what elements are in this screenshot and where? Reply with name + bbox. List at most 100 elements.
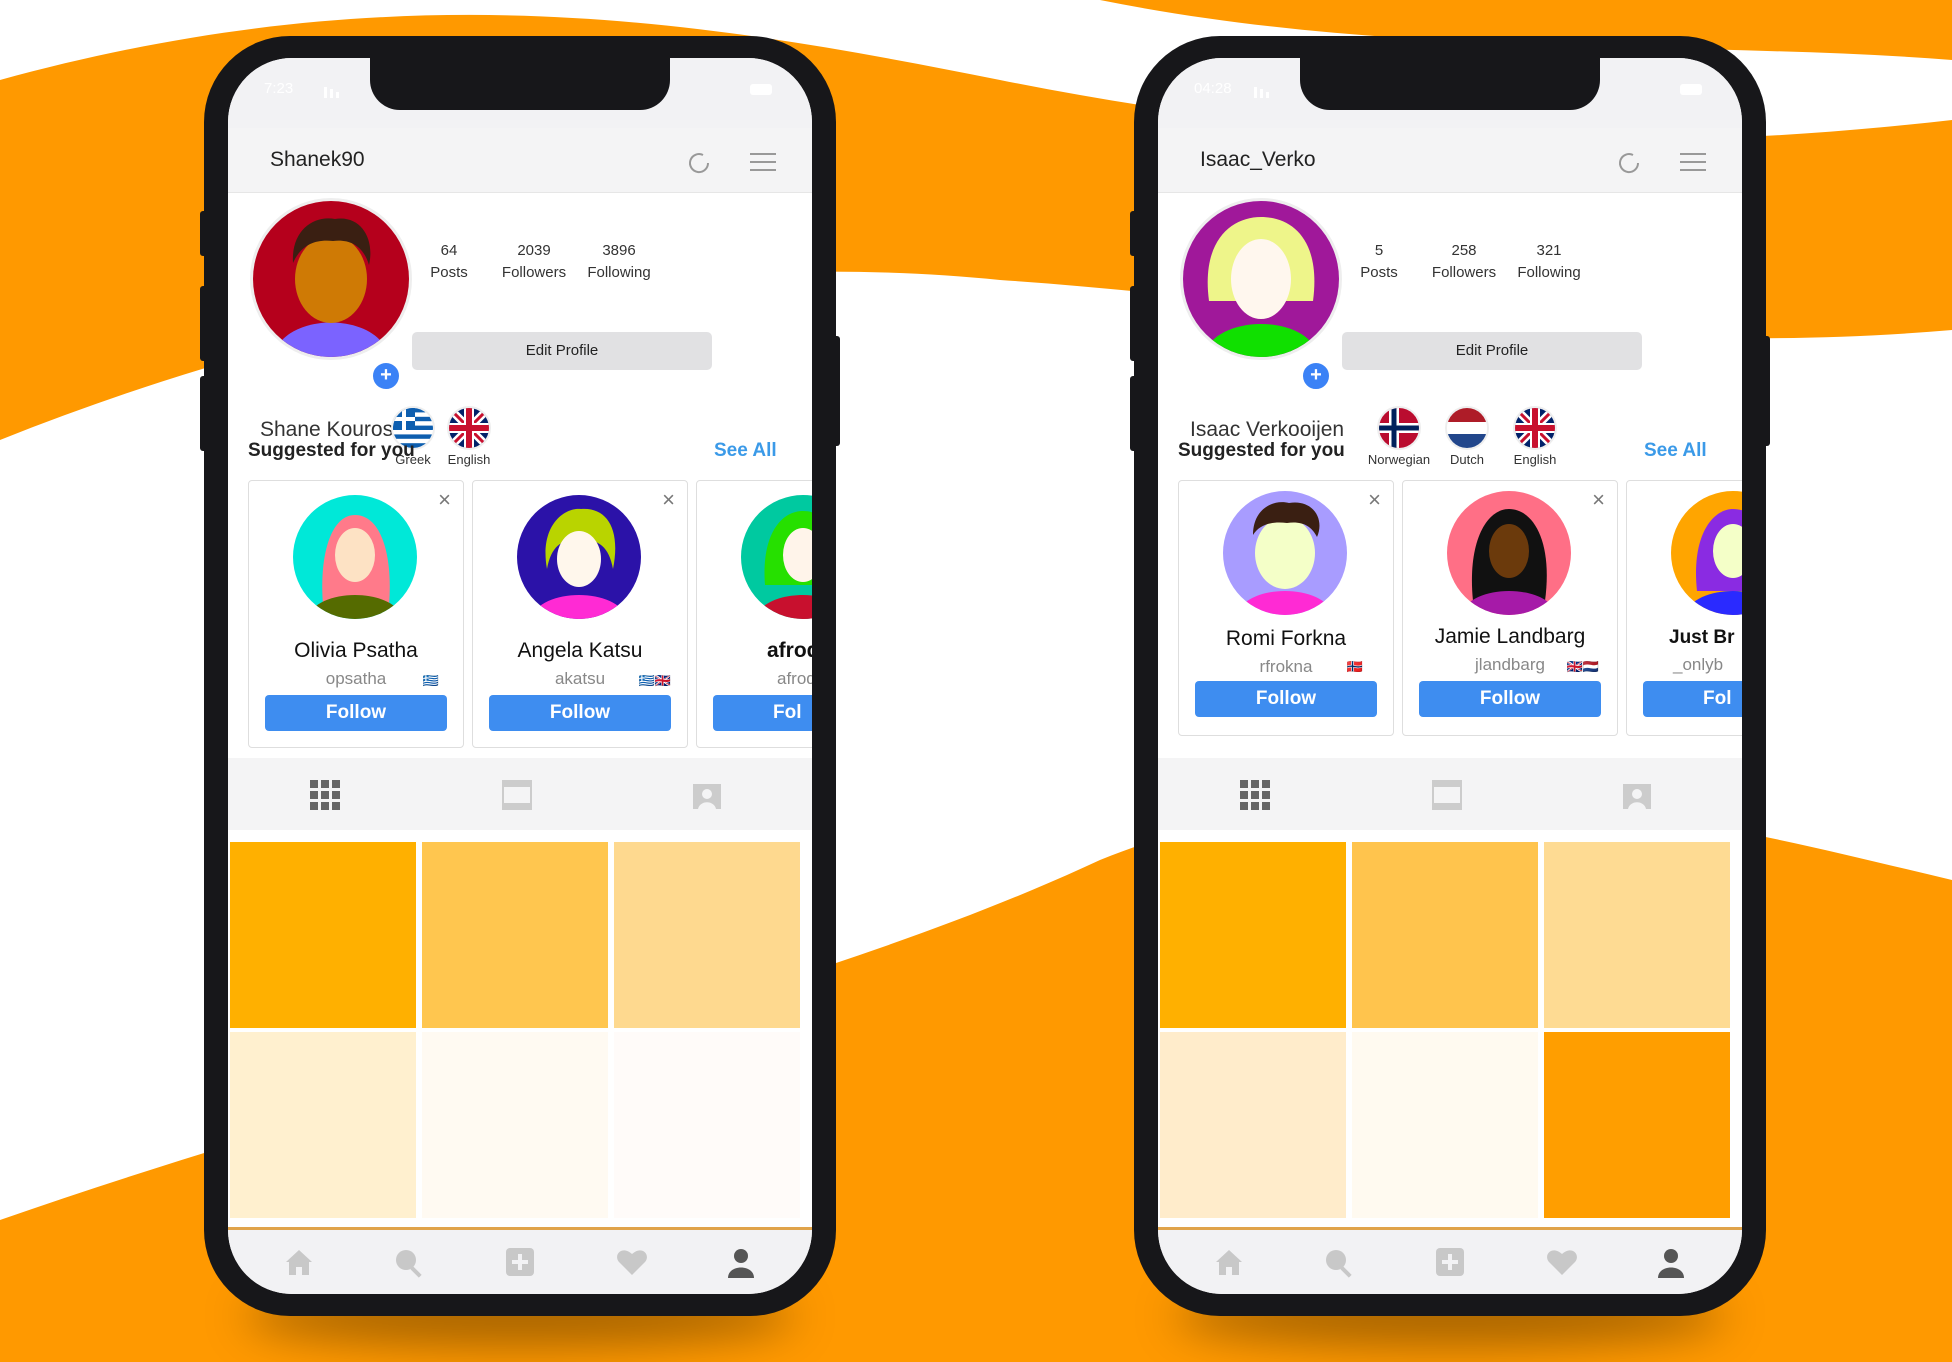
tagged-icon[interactable] (1622, 780, 1652, 810)
stat-value: 321 (1536, 242, 1562, 259)
profile-icon[interactable] (1658, 1248, 1684, 1278)
language-english[interactable]: English (424, 406, 514, 467)
menu-icon[interactable] (750, 152, 776, 172)
follow-button[interactable]: Follow (489, 695, 671, 731)
post-thumbnail[interactable] (1544, 842, 1730, 1028)
post-thumbnail[interactable] (1160, 1032, 1346, 1218)
edit-profile-button[interactable]: Edit Profile (1342, 332, 1642, 370)
suggestion-avatar[interactable] (1223, 491, 1347, 615)
stat-following[interactable]: 321 Following (1504, 240, 1594, 284)
tagged-icon[interactable] (692, 780, 722, 810)
status-time: 04:28 (1194, 80, 1232, 97)
stat-posts[interactable]: 5 Posts (1334, 240, 1424, 284)
suggestion-name[interactable]: Just Br (1669, 627, 1734, 649)
suggestion-name[interactable]: Olivia Psatha (249, 639, 463, 663)
see-all-link[interactable]: See All (714, 440, 777, 462)
suggestion-avatar[interactable] (293, 495, 417, 619)
follow-button[interactable]: Follow (1419, 681, 1601, 717)
edit-profile-button[interactable]: Edit Profile (412, 332, 712, 370)
profile-full-name: Isaac Verkooijen (1190, 418, 1345, 441)
profile-tabs (228, 758, 812, 830)
stat-label: Followers (501, 264, 567, 281)
close-icon[interactable]: × (438, 487, 451, 513)
refresh-icon[interactable] (686, 150, 712, 176)
signal-icon (324, 87, 339, 98)
post-thumbnail[interactable] (422, 1032, 608, 1218)
suggestion-card: × Angela Katsu akatsu 🇬🇷🇬🇧 Follow (472, 480, 688, 748)
follow-button[interactable]: Fol (713, 695, 812, 731)
home-icon[interactable] (1214, 1248, 1244, 1276)
stat-posts[interactable]: 64 Posts (404, 240, 494, 284)
mini-flags: 🇬🇷🇬🇧 (638, 673, 671, 688)
profile-header: Shanek90 (228, 128, 812, 193)
post-thumbnail[interactable] (1352, 1032, 1538, 1218)
close-icon[interactable]: × (1592, 487, 1605, 513)
stat-followers[interactable]: 258 Followers (1419, 240, 1509, 284)
profile-avatar[interactable] (250, 198, 412, 360)
suggestion-avatar[interactable] (1671, 491, 1742, 615)
add-post-icon[interactable] (1436, 1248, 1464, 1276)
language-english[interactable]: English (1490, 406, 1580, 467)
suggested-title: Suggested for you (248, 440, 415, 461)
suggestion-name[interactable]: Angela Katsu (473, 639, 687, 663)
home-icon[interactable] (284, 1248, 314, 1276)
grid-view-icon[interactable] (310, 780, 340, 810)
profile-username: Isaac_Verko (1200, 148, 1316, 171)
add-story-button[interactable]: + (1300, 360, 1332, 392)
battery-icon (750, 84, 772, 95)
follow-button[interactable]: Fol (1643, 681, 1742, 717)
search-icon[interactable] (394, 1248, 424, 1278)
uk-flag-icon (447, 406, 491, 450)
suggested-title: Suggested for you (1178, 440, 1345, 461)
add-post-icon[interactable] (506, 1248, 534, 1276)
close-icon[interactable]: × (1368, 487, 1381, 513)
phone-1: 7:23 Shanek90 + 64 Posts 2039 Followers … (200, 36, 840, 1346)
menu-icon[interactable] (1680, 152, 1706, 172)
suggestion-avatar[interactable] (1447, 491, 1571, 615)
profile-header: Isaac_Verko (1158, 128, 1742, 193)
follow-button[interactable]: Follow (265, 695, 447, 731)
grid-view-icon[interactable] (1240, 780, 1270, 810)
language-label: English (1513, 452, 1557, 467)
suggestion-name[interactable]: Romi Forkna (1179, 627, 1393, 651)
profile-tabs (1158, 758, 1742, 830)
post-thumbnail[interactable] (422, 842, 608, 1028)
post-thumbnail[interactable] (614, 1032, 800, 1218)
profile-avatar[interactable] (1180, 198, 1342, 360)
suggestion-avatar[interactable] (741, 495, 812, 619)
suggestion-name[interactable]: afrod (767, 639, 812, 663)
post-thumbnail[interactable] (1544, 1032, 1730, 1218)
post-thumbnail[interactable] (230, 1032, 416, 1218)
post-thumbnail[interactable] (1352, 842, 1538, 1028)
stat-following[interactable]: 3896 Following (574, 240, 664, 284)
post-thumbnail[interactable] (230, 842, 416, 1028)
post-thumbnail[interactable] (614, 842, 800, 1028)
stat-label: Followers (1431, 264, 1497, 281)
uk-flag-icon (1513, 406, 1557, 450)
netherlands-flag-icon (1445, 406, 1489, 450)
suggestion-card: Just Br _onlyb Fol (1626, 480, 1742, 736)
stat-followers[interactable]: 2039 Followers (489, 240, 579, 284)
search-icon[interactable] (1324, 1248, 1354, 1278)
stat-value: 258 (1451, 242, 1477, 259)
heart-icon[interactable] (1546, 1248, 1578, 1276)
feed-view-icon[interactable] (502, 780, 532, 810)
heart-icon[interactable] (616, 1248, 648, 1276)
close-icon[interactable]: × (662, 487, 675, 513)
suggestion-avatar[interactable] (517, 495, 641, 619)
post-thumbnail[interactable] (1160, 842, 1346, 1028)
stat-value: 2039 (517, 242, 551, 259)
refresh-icon[interactable] (1616, 150, 1642, 176)
suggestion-card: afrod afrod Fol (696, 480, 812, 748)
suggestion-card: × Olivia Psatha opsatha 🇬🇷 Follow (248, 480, 464, 748)
phone-screen: 04:28 Isaac_Verko + 5 Posts 258 Follower… (1158, 58, 1742, 1294)
mini-flags: 🇬🇧🇳🇱 (1566, 659, 1599, 674)
add-story-button[interactable]: + (370, 360, 402, 392)
feed-view-icon[interactable] (1432, 780, 1462, 810)
suggestion-name[interactable]: Jamie Landbarg (1403, 625, 1617, 649)
follow-button[interactable]: Follow (1195, 681, 1377, 717)
profile-icon[interactable] (728, 1248, 754, 1278)
mini-flags: 🇬🇷 (422, 673, 439, 688)
see-all-link[interactable]: See All (1644, 440, 1707, 462)
stat-label: Following (1517, 264, 1581, 281)
